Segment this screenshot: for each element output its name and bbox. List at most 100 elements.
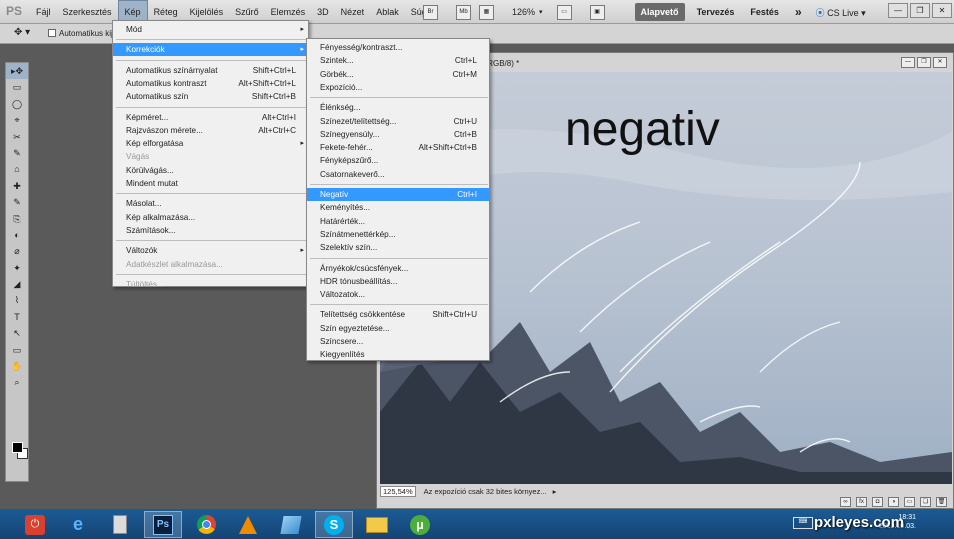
menu-item[interactable]: Színátmenettérkép... — [307, 228, 489, 241]
menu-item[interactable]: Kép alkalmazása... — [113, 211, 308, 224]
menu-item[interactable]: Színezet/telítettség... Ctrl+U — [307, 115, 489, 128]
menu-item[interactable]: Görbék... Ctrl+M — [307, 68, 489, 81]
menu-item[interactable]: Fényképszűrő... — [307, 154, 489, 167]
marquee-tool-icon[interactable]: ▭ — [6, 79, 28, 95]
minimize-icon[interactable]: — — [888, 3, 908, 18]
menu-item[interactable]: Keményítés... — [307, 201, 489, 214]
mask-icon[interactable]: ◘ — [872, 497, 883, 507]
zoom-dropdown-icon[interactable]: ▾ — [539, 8, 543, 16]
menu-item[interactable]: Színegyensúly... Ctrl+B — [307, 128, 489, 141]
menu-item[interactable]: Automatikus kontraszt Alt+Shift+Ctrl+L — [113, 77, 308, 90]
foreground-color-swatch[interactable] — [12, 442, 23, 453]
eraser-tool-icon[interactable]: ◐ — [6, 227, 28, 243]
shape-tool-icon[interactable]: ▭ — [6, 342, 28, 358]
new-layer-icon[interactable]: ❏ — [920, 497, 931, 507]
bridge-button[interactable]: Br — [423, 4, 438, 20]
dodge-tool-icon[interactable]: ◢ — [6, 276, 28, 292]
trash-icon[interactable]: 🗑 — [936, 497, 947, 507]
brush-tool-icon[interactable]: ✚ — [6, 178, 28, 194]
close-icon[interactable]: ✕ — [932, 3, 952, 18]
menu-item[interactable]: Mindent mutat — [113, 177, 308, 190]
menu-item[interactable]: Telítettség csökkentése Shift+Ctrl+U — [307, 308, 489, 321]
doc-minimize-icon[interactable]: — — [901, 57, 915, 68]
auto-select-checkbox[interactable] — [48, 29, 56, 37]
zoom-tool-icon[interactable]: ⌕ — [6, 374, 28, 390]
document-tab-title[interactable]: ,RGB/8) * — [485, 59, 519, 68]
gradient-tool-icon[interactable]: ⌀ — [6, 243, 28, 259]
keyboard-icon[interactable]: ⌨ — [793, 517, 813, 529]
menu-item[interactable]: Élénkség... — [307, 101, 489, 114]
hand-tool-icon[interactable]: ✋ — [6, 358, 28, 374]
menu-item[interactable]: Korrekciók ▸ — [113, 43, 308, 57]
photoshop-icon[interactable]: Ps — [144, 511, 182, 538]
fx-icon[interactable]: fx — [856, 497, 867, 507]
clone-stamp-tool-icon[interactable]: ✎ — [6, 194, 28, 210]
move-tool-icon[interactable]: ▸✥ — [6, 63, 28, 80]
link-icon[interactable]: ∞ — [840, 497, 851, 507]
menu-item[interactable]: Árnyékok/csúcsfények... — [307, 262, 489, 275]
menu-8[interactable]: Nézet — [335, 0, 371, 24]
menu-7[interactable]: 3D — [311, 0, 335, 24]
menu-item[interactable]: Számítások... — [113, 224, 308, 237]
quick-select-tool-icon[interactable]: ⌖ — [6, 112, 28, 128]
menu-item[interactable]: Automatikus színárnyalat Shift+Ctrl+L — [113, 64, 308, 77]
status-info-text[interactable]: Az expozíció csak 32 bites környez... — [420, 486, 551, 497]
menu-item[interactable]: Kép elforgatása ▸ — [113, 137, 308, 150]
type-tool-icon[interactable]: T — [6, 309, 28, 325]
screen-mode-button[interactable]: ▣ — [589, 4, 605, 20]
menu-item[interactable]: HDR tónusbeállítás... — [307, 275, 489, 288]
eyedropper-tool-icon[interactable]: ✎ — [6, 145, 28, 161]
ie-icon[interactable]: e — [59, 511, 97, 538]
move-tool-preset-icon[interactable]: ✥ ▾ — [14, 27, 30, 38]
restore-icon[interactable]: ❐ — [910, 3, 930, 18]
path-select-tool-icon[interactable]: ↖ — [6, 325, 28, 341]
chrome-icon[interactable] — [187, 511, 225, 538]
status-arrow-icon[interactable]: ▸ — [553, 487, 557, 496]
doc-close-icon[interactable]: ✕ — [933, 57, 947, 68]
menu-item[interactable]: Változatok... — [307, 288, 489, 301]
explorer-icon[interactable] — [358, 511, 396, 538]
extras-button[interactable]: ▦ — [479, 4, 494, 20]
vlc-icon[interactable] — [229, 511, 267, 538]
history-brush-tool-icon[interactable]: ⎘ — [6, 211, 28, 227]
zoom-level[interactable]: 126% — [512, 7, 535, 17]
pen-tool-icon[interactable]: ⌇ — [6, 292, 28, 308]
lasso-tool-icon[interactable]: ◯ — [6, 96, 28, 112]
power-icon[interactable]: ⏻ — [16, 511, 54, 538]
more-workspaces-button[interactable]: » — [789, 3, 808, 21]
arrange-documents-button[interactable]: ▭ — [556, 4, 572, 20]
skype-icon[interactable]: S — [315, 511, 353, 538]
status-zoom-field[interactable]: 125,54% — [380, 485, 416, 497]
workspace-tervezes[interactable]: Tervezés — [691, 3, 741, 21]
menu-1[interactable]: Szerkesztés — [57, 0, 118, 24]
menu-item[interactable]: Fényesség/kontraszt... — [307, 41, 489, 54]
doc-restore-icon[interactable]: ❐ — [917, 57, 931, 68]
menu-9[interactable]: Ablak — [370, 0, 405, 24]
menu-item[interactable]: Negatív Ctrl+I — [307, 188, 489, 201]
menu-item[interactable]: Szintek... Ctrl+L — [307, 54, 489, 67]
menu-item[interactable]: Képméret... Alt+Ctrl+I — [113, 111, 308, 124]
workspace-alapveto[interactable]: Alapvető — [634, 3, 685, 21]
utorrent-icon[interactable]: µ — [401, 511, 439, 538]
crop-tool-icon[interactable]: ✂ — [6, 129, 28, 145]
menu-item[interactable]: Csatornakeverő... — [307, 168, 489, 181]
menu-item[interactable]: Szín egyeztetése... — [307, 322, 489, 335]
menu-item[interactable]: Szelektív szín... — [307, 241, 489, 254]
menu-item[interactable]: Kiegyenlítés — [307, 348, 489, 361]
calculator-icon[interactable] — [101, 511, 139, 538]
folder-icon[interactable]: ▭ — [904, 497, 915, 507]
spot-healing-tool-icon[interactable]: ⌂ — [6, 161, 28, 177]
menu-item[interactable]: Körülvágás... — [113, 164, 308, 177]
minibridge-button[interactable]: Mb — [456, 4, 471, 20]
notes-icon[interactable] — [272, 511, 310, 538]
menu-item[interactable]: Rajzvászon mérete... Alt+Ctrl+C — [113, 124, 308, 137]
menu-0[interactable]: Fájl — [30, 0, 57, 24]
menu-item[interactable]: Másolat... — [113, 197, 308, 210]
menu-item[interactable]: Határérték... — [307, 215, 489, 228]
cs-live-button[interactable]: ⦿ CS Live ▾ — [816, 6, 866, 19]
menu-item[interactable]: Automatikus szín Shift+Ctrl+B — [113, 90, 308, 103]
menu-item[interactable]: Fekete-fehér... Alt+Shift+Ctrl+B — [307, 141, 489, 154]
menu-item[interactable]: Mód ▸ — [113, 23, 308, 36]
blur-tool-icon[interactable]: ✦ — [6, 260, 28, 276]
menu-item[interactable]: Színcsere... — [307, 335, 489, 348]
